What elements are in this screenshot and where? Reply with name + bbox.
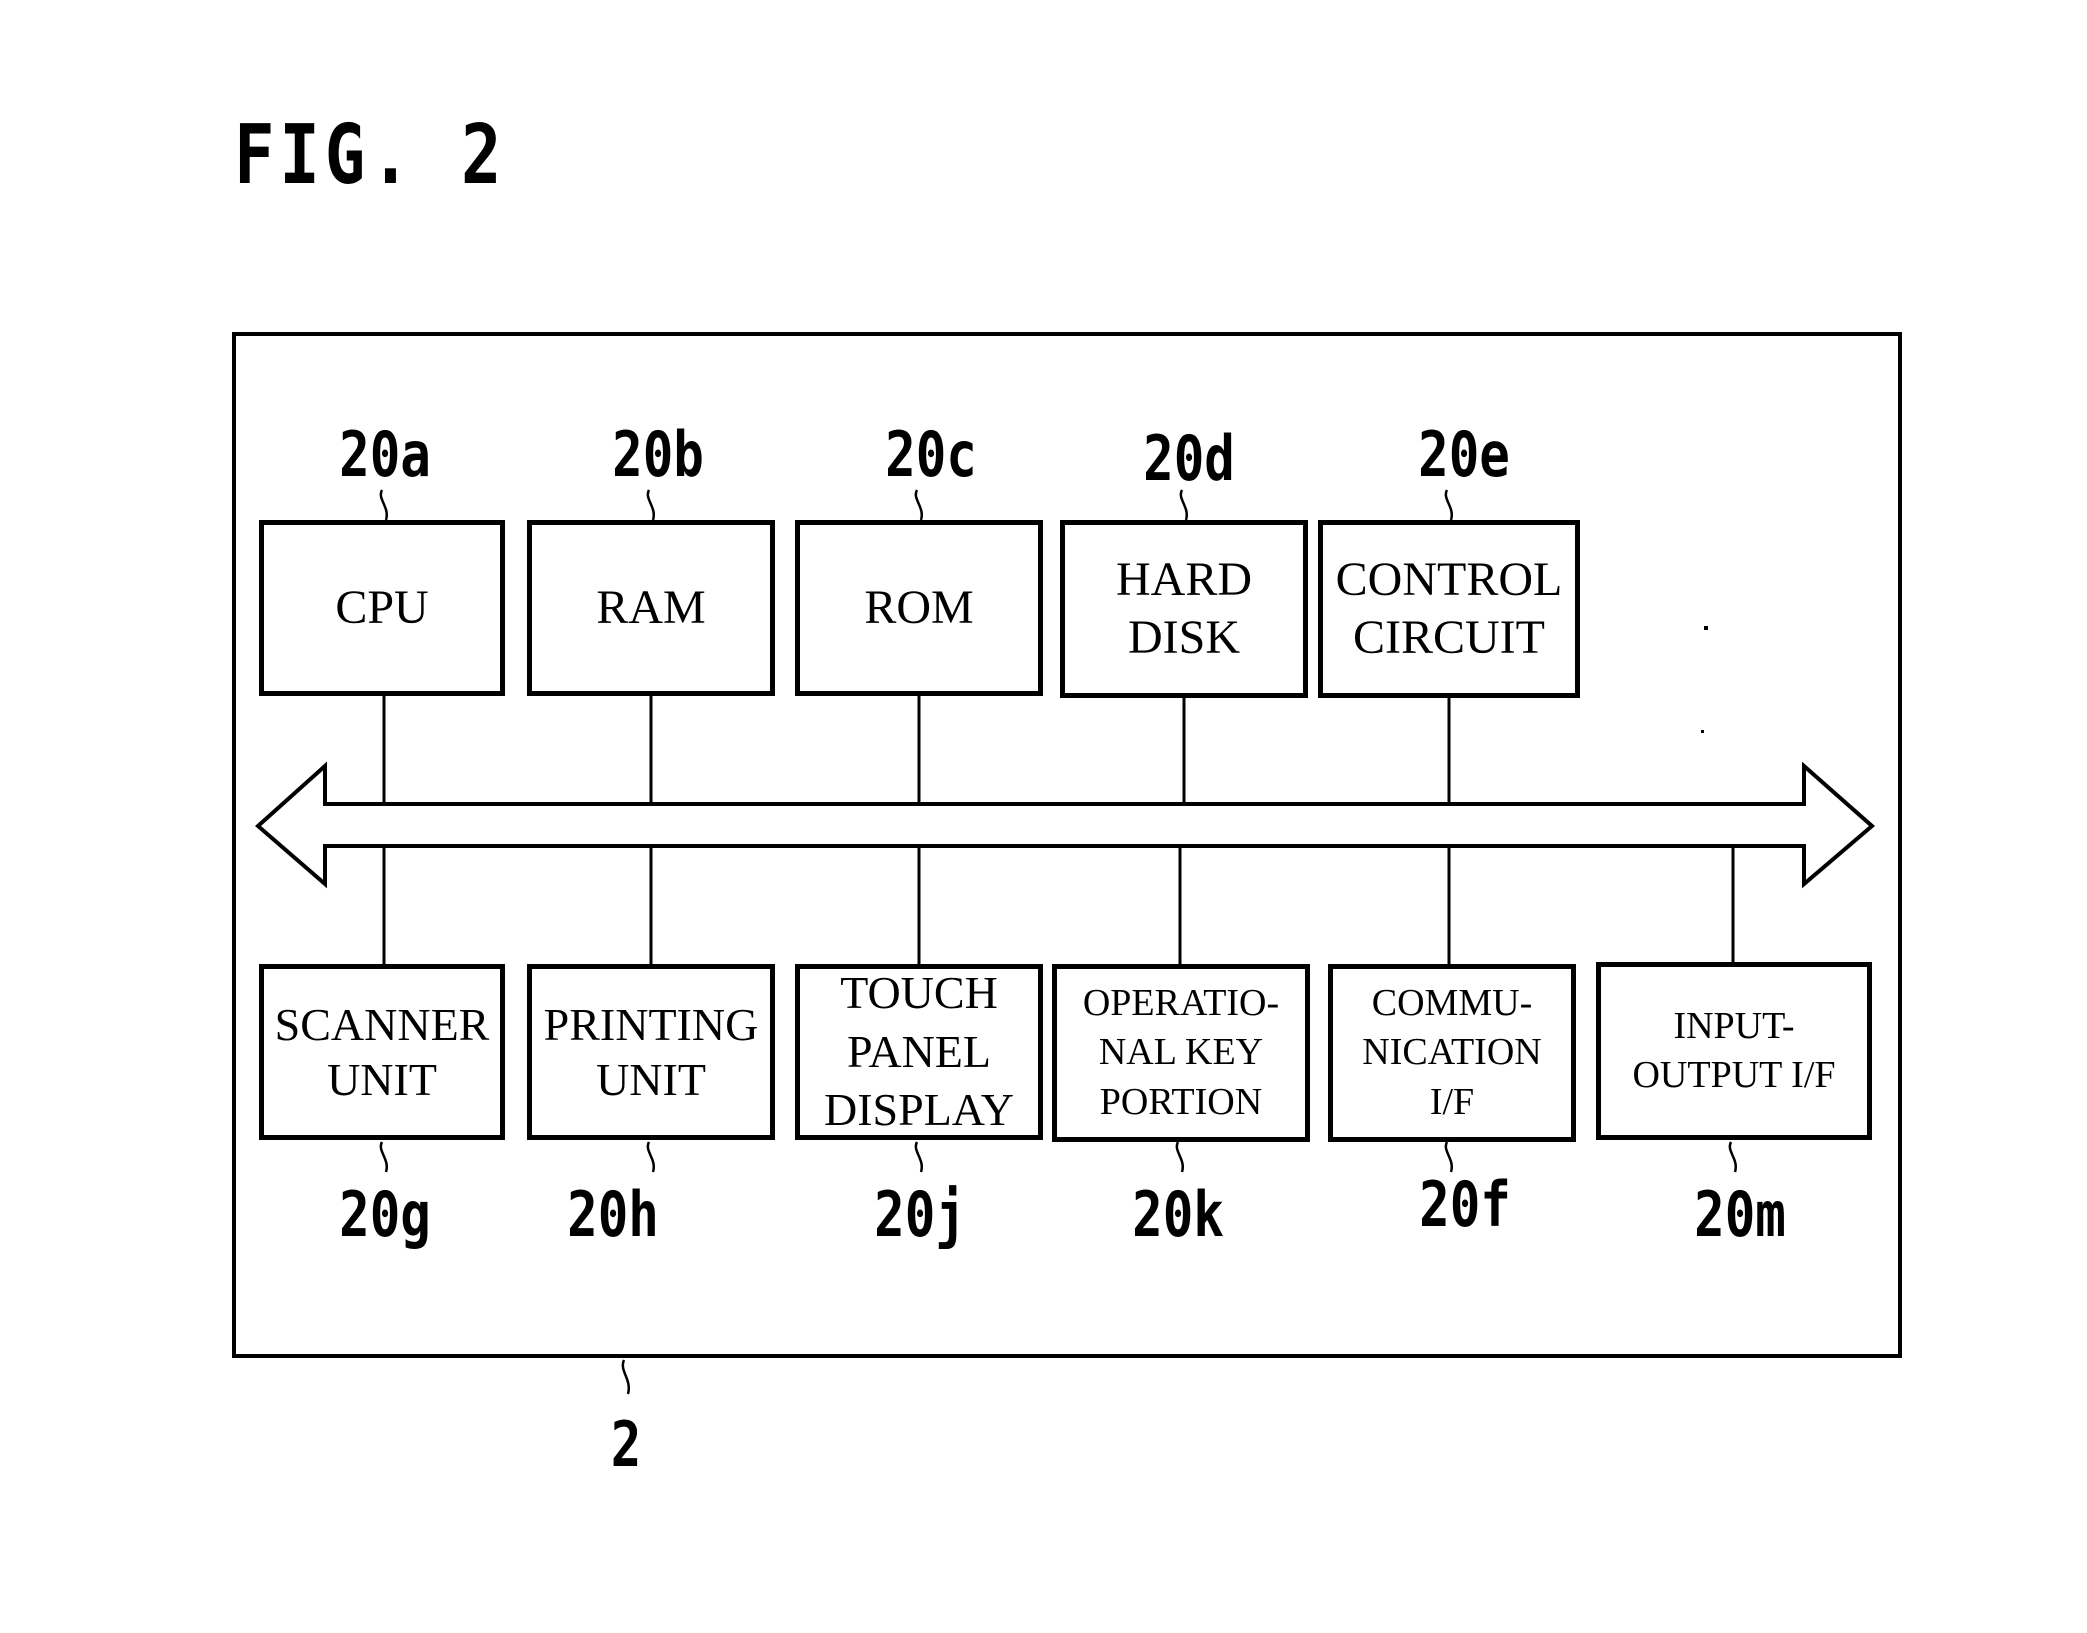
block-label: RAM: [596, 581, 706, 635]
leader-squiggle-top-4: [1444, 489, 1454, 521]
ref-20c: 20c: [885, 418, 977, 491]
leader-squiggle-bottom-2: [914, 1141, 924, 1173]
block-label: CONTROL CIRCUIT: [1335, 553, 1563, 664]
scan-speck: [1704, 626, 1708, 630]
touch-panel-display-block: TOUCH PANEL DISPLAY: [795, 964, 1043, 1140]
input-output-if-block: INPUT- OUTPUT I/F: [1596, 962, 1872, 1140]
ram-block: RAM: [527, 520, 775, 696]
hard-disk-block: HARD DISK: [1060, 520, 1308, 698]
communication-if-block: COMMU- NICATION I/F: [1328, 964, 1576, 1142]
ref-20k: 20k: [1132, 1178, 1224, 1251]
block-label: HARD DISK: [1115, 553, 1252, 664]
block-label: CPU: [335, 581, 429, 635]
ref-20h: 20h: [567, 1178, 659, 1251]
ref-20j: 20j: [874, 1178, 966, 1251]
leader-squiggle-device: [621, 1359, 631, 1395]
control-circuit-block: CONTROL CIRCUIT: [1318, 520, 1580, 698]
scanner-unit-block: SCANNER UNIT: [259, 964, 505, 1140]
ref-20f: 20f: [1419, 1168, 1511, 1241]
leader-squiggle-top-0: [379, 489, 389, 521]
block-label: SCANNER UNIT: [274, 998, 490, 1105]
operational-key-portion-block: OPERATIO- NAL KEY PORTION: [1052, 964, 1310, 1142]
ref-device-2: 2: [610, 1408, 642, 1481]
leader-squiggle-top-1: [646, 489, 656, 521]
leader-squiggle-bottom-1: [646, 1141, 656, 1173]
leader-squiggle-top-2: [914, 489, 924, 521]
ref-20d: 20d: [1143, 422, 1235, 495]
bus-arrow: [254, 761, 1876, 889]
scan-speck: [1701, 730, 1704, 733]
leader-squiggle-bottom-5: [1728, 1141, 1738, 1173]
rom-block: ROM: [795, 520, 1043, 696]
block-label: ROM: [864, 581, 974, 635]
block-label: INPUT- OUTPUT I/F: [1632, 1004, 1836, 1096]
leader-squiggle-bottom-3: [1175, 1141, 1185, 1173]
block-label: COMMU- NICATION I/F: [1362, 981, 1542, 1123]
ref-20e: 20e: [1418, 418, 1510, 491]
ref-20m: 20m: [1694, 1178, 1786, 1251]
block-label: TOUCH PANEL DISPLAY: [823, 966, 1015, 1136]
block-label: OPERATIO- NAL KEY PORTION: [1082, 981, 1280, 1123]
leader-squiggle-bottom-0: [379, 1141, 389, 1173]
cpu-block: CPU: [259, 520, 505, 696]
ref-20g: 20g: [339, 1178, 431, 1251]
block-label: PRINTING UNIT: [543, 998, 759, 1105]
connection-diagram: [254, 489, 1876, 1395]
ref-20a: 20a: [339, 418, 431, 491]
printing-unit-block: PRINTING UNIT: [527, 964, 775, 1140]
ref-20b: 20b: [612, 418, 704, 491]
